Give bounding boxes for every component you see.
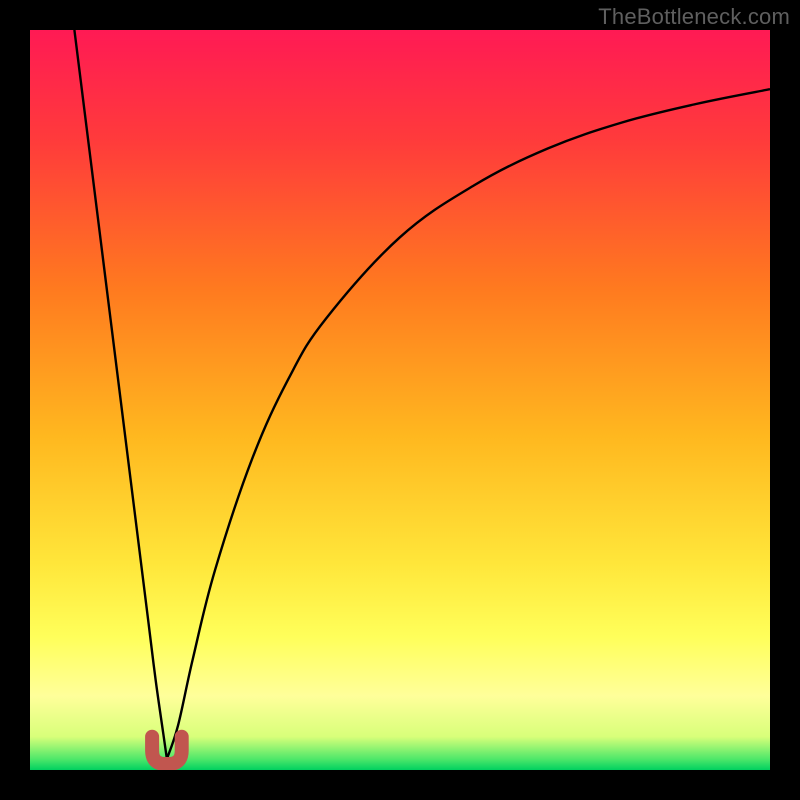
watermark-label: TheBottleneck.com <box>598 4 790 30</box>
gradient-panel <box>30 30 770 770</box>
bottleneck-chart <box>30 30 770 770</box>
chart-stage: TheBottleneck.com <box>0 0 800 800</box>
